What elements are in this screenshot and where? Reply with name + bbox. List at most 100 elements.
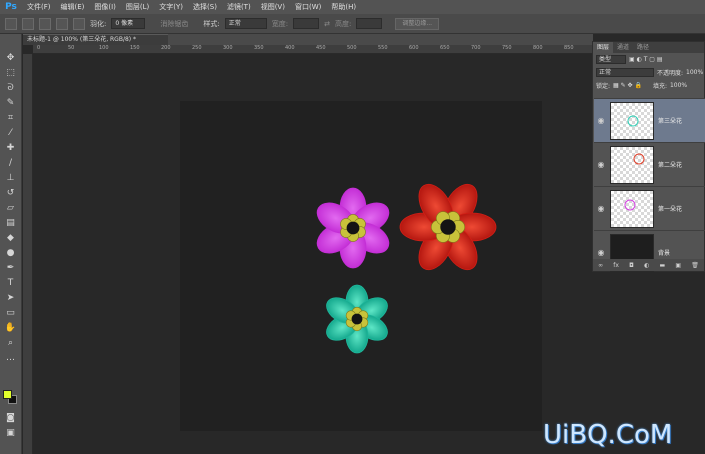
adjustment-icon[interactable]: ◐: [644, 262, 649, 269]
folder-icon[interactable]: ▬: [660, 262, 666, 269]
eyedropper-tool-icon[interactable]: ⁄: [4, 127, 17, 139]
menu-select[interactable]: 选择(S): [188, 0, 222, 14]
layer-filter-select[interactable]: 类型: [596, 55, 626, 64]
height-label: 高度:: [334, 19, 352, 28]
link-icon[interactable]: ∞: [598, 262, 603, 269]
intersect-selection-button[interactable]: [73, 17, 85, 30]
path-select-tool-icon[interactable]: ➤: [4, 292, 17, 304]
quick-select-tool-icon[interactable]: ✎: [4, 97, 17, 109]
layer-row[interactable]: ◉ 第一朵花: [594, 186, 705, 230]
ruler-label: 550: [378, 45, 388, 51]
brush-tool-icon[interactable]: ∕: [4, 157, 17, 169]
workspace[interactable]: [33, 54, 593, 454]
layer-filter-row: 类型 ▣ ◐ T ▢ ▤: [593, 53, 704, 66]
mask-icon[interactable]: ◘: [629, 262, 634, 269]
flower-center: [440, 219, 456, 235]
quick-mask-icon[interactable]: ◙: [4, 412, 17, 424]
lock-icons[interactable]: ▦ ✎ ✥ 🔒: [613, 82, 642, 89]
visibility-eye-icon[interactable]: ◉: [594, 116, 608, 125]
ruler-label: 450: [316, 45, 326, 51]
options-bar: 羽化: 0 像素 消除锯齿 样式: 正常 宽度: ⇄ 高度: 调整边缘...: [0, 14, 705, 34]
menu-file[interactable]: 文件(F): [22, 0, 56, 14]
visibility-eye-icon[interactable]: ◉: [594, 204, 608, 213]
lasso-tool-icon[interactable]: ᘐ: [4, 82, 17, 94]
document-canvas[interactable]: [180, 101, 542, 431]
layer-name[interactable]: 背景: [658, 248, 670, 257]
move-tool-icon[interactable]: ✥: [4, 52, 17, 64]
marquee-preset-button[interactable]: [5, 17, 17, 30]
flower-center: [351, 313, 363, 325]
marquee-tool-icon[interactable]: ⬚: [4, 67, 17, 79]
blend-mode-select[interactable]: 正常: [596, 68, 654, 77]
ruler-label: 600: [409, 45, 419, 51]
ruler-label: 100: [99, 45, 109, 51]
horizontal-ruler[interactable]: 0 50 100 150 200 250 300 350 400 450 500 550 600 650 7…: [33, 45, 593, 54]
screen-mode-icon[interactable]: ▣: [4, 427, 17, 439]
new-layer-icon[interactable]: ▣: [675, 262, 681, 269]
width-label: 宽度:: [271, 19, 289, 28]
tab-layers[interactable]: 图层: [593, 42, 614, 53]
more-tools-icon[interactable]: …: [4, 352, 17, 364]
visibility-eye-icon[interactable]: ◉: [594, 248, 608, 257]
blur-tool-icon[interactable]: ◆: [4, 232, 17, 244]
document-tab[interactable]: 未标题-1 @ 100% (第三朵花, RGB/8) *: [23, 34, 168, 45]
vertical-ruler[interactable]: [23, 54, 33, 454]
style-select[interactable]: 正常: [224, 18, 267, 29]
ruler-label: 300: [223, 45, 233, 51]
dodge-tool-icon[interactable]: ●: [4, 247, 17, 259]
fx-icon[interactable]: fx: [613, 262, 619, 269]
menu-help[interactable]: 帮助(H): [326, 0, 361, 14]
purple-flower: [316, 187, 390, 269]
swap-icon[interactable]: ⇄: [324, 20, 330, 28]
layer-row[interactable]: ◉ 第三朵花: [594, 98, 705, 142]
opacity-value[interactable]: 100%: [686, 69, 703, 76]
menu-image[interactable]: 图像(I): [89, 0, 121, 14]
ruler-label: 650: [440, 45, 450, 51]
shape-tool-icon[interactable]: ▭: [4, 307, 17, 319]
stamp-tool-icon[interactable]: ⊥: [4, 172, 17, 184]
filter-icons[interactable]: ▣ ◐ T ▢ ▤: [629, 56, 663, 63]
menu-view[interactable]: 视图(V): [256, 0, 290, 14]
visibility-eye-icon[interactable]: ◉: [594, 160, 608, 169]
add-selection-button[interactable]: [39, 17, 51, 30]
zoom-tool-icon[interactable]: ⌕: [4, 337, 17, 349]
history-brush-tool-icon[interactable]: ↺: [4, 187, 17, 199]
pen-tool-icon[interactable]: ✒: [4, 262, 17, 274]
type-tool-icon[interactable]: T: [4, 277, 17, 289]
canvas-artwork: [316, 183, 497, 354]
panel-tabs: 图层 通道 路径: [593, 42, 704, 53]
blend-row: 正常 不透明度: 100%: [593, 66, 704, 79]
trash-icon[interactable]: 🗑: [691, 262, 699, 269]
layer-name[interactable]: 第一朵花: [658, 204, 682, 213]
height-input[interactable]: [356, 18, 383, 29]
width-input[interactable]: [293, 18, 320, 29]
layer-name[interactable]: 第二朵花: [658, 160, 682, 169]
layer-name[interactable]: 第三朵花: [658, 116, 682, 125]
new-selection-button[interactable]: [22, 17, 34, 30]
ruler-label: 0: [37, 45, 41, 51]
menu-type[interactable]: 文字(Y): [154, 0, 188, 14]
layer-row[interactable]: ◉ 第二朵花: [594, 142, 705, 186]
hand-tool-icon[interactable]: ✋: [4, 322, 17, 334]
menu-edit[interactable]: 编辑(E): [56, 0, 90, 14]
healing-tool-icon[interactable]: ✚: [4, 142, 17, 154]
refine-edge-button[interactable]: 调整边缘...: [395, 17, 440, 30]
lock-label: 锁定:: [596, 83, 611, 90]
layer-thumbnail: [610, 101, 654, 140]
eraser-tool-icon[interactable]: ▱: [4, 202, 17, 214]
menu-layer[interactable]: 图层(L): [121, 0, 154, 14]
tab-channels[interactable]: 通道: [613, 42, 633, 53]
feather-label: 羽化:: [90, 19, 107, 28]
subtract-selection-button[interactable]: [56, 17, 68, 30]
menu-window[interactable]: 窗口(W): [290, 0, 326, 14]
crop-tool-icon[interactable]: ⌗: [4, 112, 17, 124]
menu-bar: Ps 文件(F) 编辑(E) 图像(I) 图层(L) 文字(Y) 选择(S) 滤…: [0, 0, 705, 14]
tab-paths[interactable]: 路径: [633, 42, 653, 53]
feather-input[interactable]: 0 像素: [111, 18, 146, 29]
fill-value[interactable]: 100%: [670, 82, 687, 89]
gradient-tool-icon[interactable]: ▤: [4, 217, 17, 229]
menu-filter[interactable]: 滤镜(T): [222, 0, 256, 14]
antialias-checkbox[interactable]: 消除锯齿: [160, 19, 188, 29]
ruler-label: 800: [533, 45, 543, 51]
foreground-color-swatch[interactable]: [3, 390, 12, 399]
